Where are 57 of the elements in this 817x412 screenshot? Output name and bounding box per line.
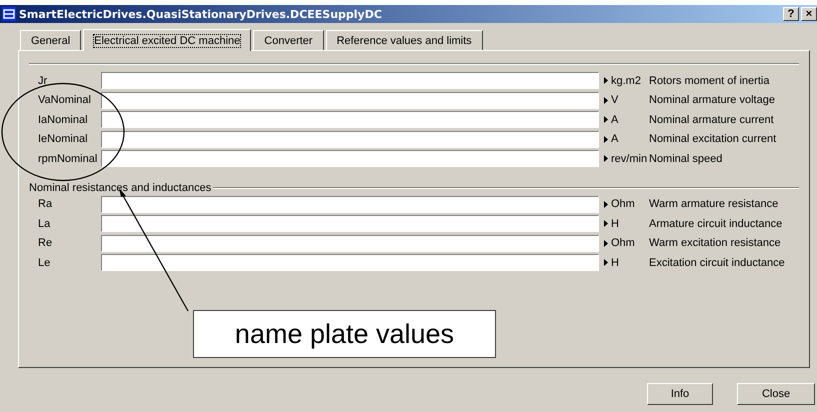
triangle-icon[interactable]: [604, 136, 608, 143]
triangle-icon[interactable]: [604, 220, 608, 228]
parameter-label: IaNominal: [37, 114, 89, 126]
input-field[interactable]: [101, 254, 599, 272]
triangle-icon[interactable]: [604, 77, 608, 84]
input-field[interactable]: [101, 150, 599, 168]
parameter-description: Warm excitation resistance: [649, 237, 782, 250]
window-title: SmartElectricDrives.QuasiStationaryDrives.DCEESupplyDC: [19, 8, 382, 20]
unit-label: rev/min: [610, 152, 648, 165]
unit-label: V: [610, 94, 620, 106]
parameter-label: IeNominal: [37, 133, 89, 146]
unit-label: A: [610, 114, 620, 126]
parameter-description: Rotors moment of inertia: [649, 74, 770, 87]
parameter-description: Armature circuit inductance: [649, 218, 784, 230]
parameter-label: VaNominal: [37, 94, 92, 106]
help-button[interactable]: ?: [783, 7, 799, 21]
close-button[interactable]: Close: [737, 383, 815, 405]
parameter-description: Warm armature resistance: [649, 198, 780, 210]
triangle-icon[interactable]: [604, 259, 608, 266]
input-field[interactable]: [101, 111, 599, 128]
parameter-label: Ra: [37, 198, 54, 210]
parameter-description: Nominal speed: [649, 152, 724, 165]
parameter-label: rpmNominal: [37, 152, 98, 165]
unit-label: Ohm: [610, 198, 636, 210]
parameter-label: Re: [37, 237, 54, 250]
info-button[interactable]: Info: [647, 383, 713, 405]
parameter-description: Nominal armature voltage: [649, 94, 776, 106]
input-field[interactable]: [101, 92, 599, 109]
input-field[interactable]: [101, 215, 599, 232]
unit-label: Ohm: [610, 237, 636, 250]
input-field[interactable]: [101, 72, 599, 90]
parameter-description: Nominal excitation current: [649, 133, 778, 146]
triangle-icon[interactable]: [604, 116, 608, 124]
tab[interactable]: Electrical excited DC machine: [83, 29, 252, 51]
unit-label: kg.m2: [610, 74, 642, 87]
triangle-icon[interactable]: [604, 240, 608, 247]
tab[interactable]: Reference values and limits: [326, 30, 483, 50]
unit-label: H: [610, 256, 620, 269]
unit-label: H: [610, 218, 620, 230]
parameter-label: La: [37, 218, 52, 230]
input-field[interactable]: [101, 130, 599, 148]
group-title: Nominal resistances and inductances: [29, 182, 212, 194]
parameter-description: Nominal armature current: [649, 114, 775, 126]
input-field[interactable]: [101, 196, 599, 213]
close-button[interactable]: ×: [801, 7, 817, 21]
annotation-callout: name plate values: [193, 310, 496, 358]
triangle-icon[interactable]: [604, 200, 608, 208]
parameter-label: Jr: [37, 74, 48, 87]
input-field[interactable]: [101, 234, 599, 252]
window-icon: [2, 7, 16, 21]
triangle-icon[interactable]: [604, 155, 608, 162]
triangle-icon[interactable]: [604, 96, 608, 104]
parameter-label: Le: [37, 256, 52, 269]
unit-label: A: [610, 133, 620, 146]
tab[interactable]: General: [20, 30, 82, 50]
tab[interactable]: Converter: [253, 30, 324, 50]
parameter-description: Excitation circuit inductance: [649, 256, 786, 269]
